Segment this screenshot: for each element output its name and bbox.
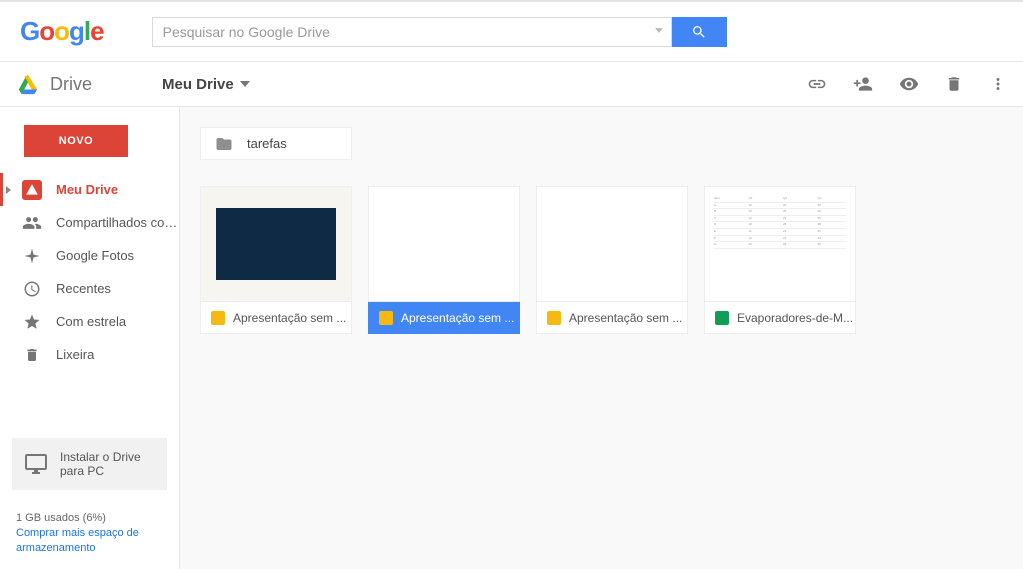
sidebar-item-label: Com estrela — [56, 314, 179, 329]
eye-icon[interactable] — [899, 74, 919, 94]
search-button[interactable] — [671, 17, 727, 47]
install-drive-pc[interactable]: Instalar o Drive para PC — [12, 438, 167, 490]
search-icon — [691, 24, 707, 40]
file-name: Apresentação sem ... — [401, 311, 514, 325]
drive-logo[interactable]: Drive — [16, 73, 92, 95]
trash-icon-nav — [24, 347, 40, 363]
photos-icon — [23, 247, 41, 265]
file-card[interactable]: Apresentação sem ... — [536, 186, 688, 334]
people-icon — [22, 213, 42, 233]
sidebar-item-photos[interactable]: Google Fotos — [0, 239, 179, 272]
sheets-icon — [715, 311, 729, 325]
breadcrumb[interactable]: Meu Drive — [162, 76, 250, 93]
breadcrumb-label: Meu Drive — [162, 76, 234, 93]
folder-card[interactable]: tarefas — [200, 127, 352, 160]
buy-storage-link[interactable]: Comprar mais espaço de armazenamento — [16, 526, 163, 555]
app-name: Drive — [50, 74, 92, 95]
clock-icon — [23, 280, 41, 298]
sidebar-item-starred[interactable]: Com estrela — [0, 305, 179, 338]
storage-used: 1 GB usados (6%) — [16, 512, 163, 524]
install-label: Instalar o Drive para PC — [60, 450, 155, 478]
header: Google — [0, 2, 1023, 62]
file-thumbnail — [368, 186, 520, 302]
content-area: tarefas Apresentação sem ... Apresentaçã… — [180, 107, 1023, 569]
toolbar: Drive Meu Drive — [0, 62, 1023, 107]
monitor-icon — [24, 452, 48, 476]
file-thumbnail — [200, 186, 352, 302]
slides-icon — [379, 311, 393, 325]
add-user-icon[interactable] — [853, 74, 873, 94]
folder-icon — [215, 135, 233, 153]
google-logo[interactable]: Google — [20, 16, 104, 47]
sidebar-item-shared[interactable]: Compartilhados comigo — [0, 206, 179, 239]
link-icon[interactable] — [807, 74, 827, 94]
sidebar-item-my-drive[interactable]: Meu Drive — [0, 173, 179, 206]
file-card[interactable]: Apresentação sem ... — [200, 186, 352, 334]
file-name: Evaporadores-de-M... — [737, 311, 853, 325]
file-name: Apresentação sem ... — [569, 311, 682, 325]
file-card[interactable]: ItemQ1Q2Q3 A102030 B152535 C122232 D1828… — [704, 186, 856, 334]
sidebar-item-recent[interactable]: Recentes — [0, 272, 179, 305]
sidebar-item-label: Meu Drive — [56, 182, 179, 197]
caret-right-icon — [6, 186, 11, 194]
sidebar-item-label: Compartilhados comigo — [56, 215, 179, 230]
new-button[interactable]: NOVO — [24, 125, 128, 157]
search-dropdown-caret[interactable] — [655, 28, 663, 33]
file-name: Apresentação sem ... — [233, 311, 346, 325]
storage-info: 1 GB usados (6%) Comprar mais espaço de … — [0, 502, 179, 569]
sidebar-item-trash[interactable]: Lixeira — [0, 338, 179, 371]
file-thumbnail: ItemQ1Q2Q3 A102030 B152535 C122232 D1828… — [704, 186, 856, 302]
sidebar: NOVO Meu Drive Compartilhados comigo Goo… — [0, 107, 180, 569]
chevron-down-icon — [240, 81, 250, 87]
file-thumbnail — [536, 186, 688, 302]
more-icon[interactable] — [989, 75, 1007, 93]
folder-name: tarefas — [247, 136, 287, 151]
file-card[interactable]: Apresentação sem ... — [368, 186, 520, 334]
slides-icon — [547, 311, 561, 325]
slides-icon — [211, 311, 225, 325]
star-icon — [23, 313, 41, 331]
sidebar-item-label: Recentes — [56, 281, 179, 296]
drive-icon — [16, 73, 40, 95]
trash-icon[interactable] — [945, 75, 963, 93]
sidebar-item-label: Lixeira — [56, 347, 179, 362]
drive-small-icon — [25, 183, 39, 197]
sidebar-item-label: Google Fotos — [56, 248, 179, 263]
search-container — [152, 17, 672, 47]
search-input[interactable] — [163, 18, 661, 46]
